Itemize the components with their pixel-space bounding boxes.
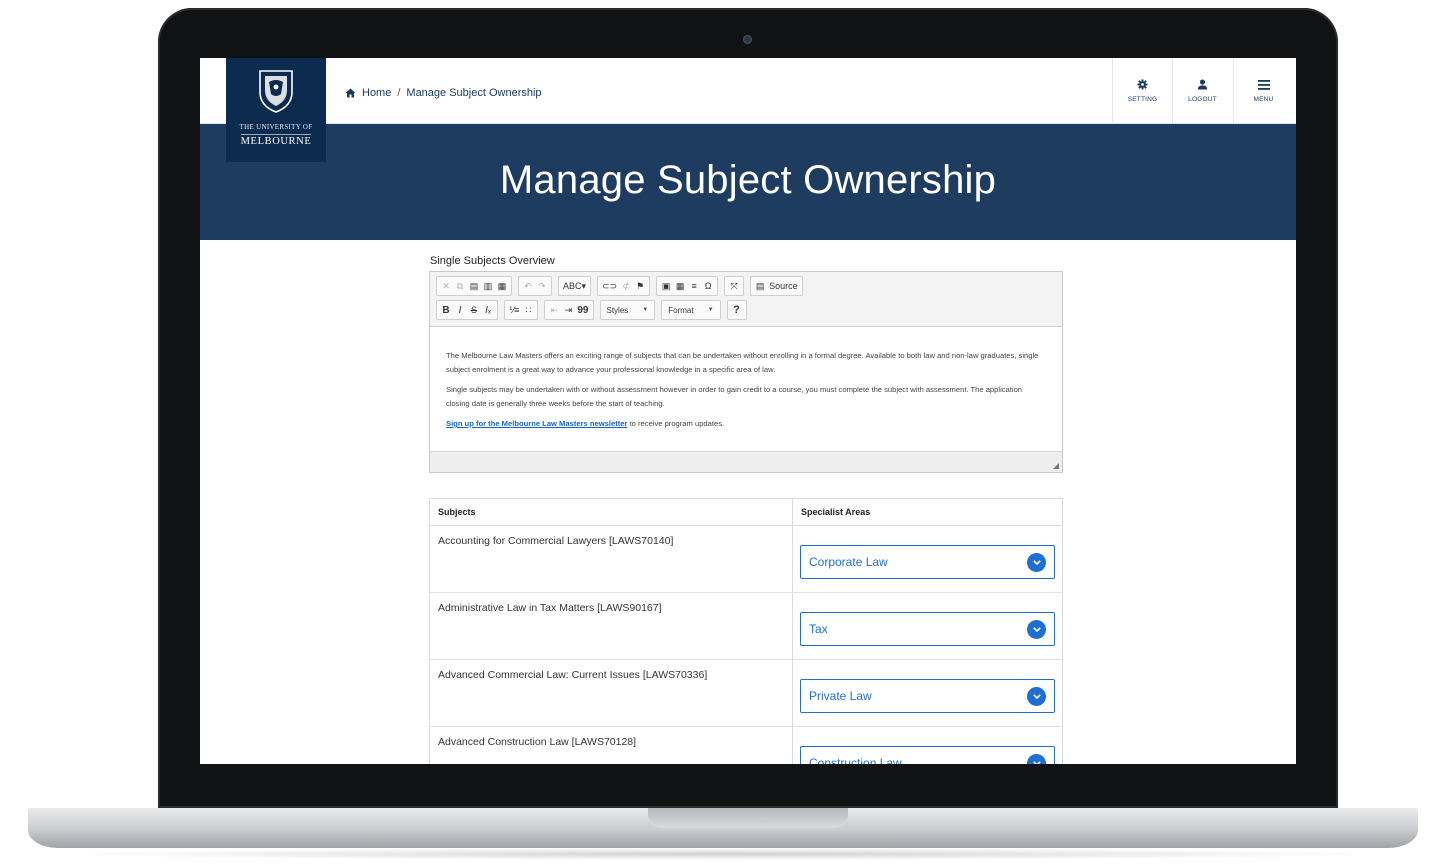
breadcrumb-separator: / [397,87,401,99]
copy-icon[interactable]: ⧉ [453,278,467,294]
subject-name: Advanced Commercial Law: Current Issues … [430,660,793,726]
table-header: Subjects Specialist Areas [430,499,1062,526]
editor-paragraph: Single subjects may be undertaken with o… [446,385,1023,408]
editor-statusbar [430,451,1062,472]
chevron-down-icon [1027,619,1046,639]
special-char-icon[interactable]: Ω [701,278,715,294]
unlink-icon[interactable]: ⊄ [619,278,633,294]
link-icon[interactable]: ⊂⊃ [600,278,619,294]
outdent-icon[interactable]: ⇤ [547,302,561,318]
italic-icon[interactable]: I [453,302,467,318]
page-header: Manage Subject Ownership [200,124,1296,240]
subject-name: Advanced Construction Law [LAWS70128] [430,727,793,764]
bulleted-list-icon[interactable]: ∷ [521,302,535,318]
logo-line1: THE UNIVERSITY OF [239,123,313,131]
specialist-area-cell: Corporate Law [793,526,1062,592]
styles-dropdown[interactable]: Styles ▼ [599,300,656,320]
horizontal-line-icon[interactable]: ≡ [687,278,701,294]
specialist-area-select[interactable]: Construction Law [800,746,1055,764]
source-icon[interactable]: ▤ [753,278,767,294]
numbered-list-icon[interactable]: ⅟≡ [507,302,521,318]
newsletter-link-suffix: to receive program updates. [627,419,725,428]
section-title: Single Subjects Overview [430,255,555,267]
table-row: Administrative Law in Tax Matters [LAWS9… [430,593,1062,660]
editor-paragraph: The Melbourne Law Masters offers an exci… [446,351,1039,374]
editor-toolbar: ✕ ⧉ ▤ ▥ ▦ ↶ ↷ ABC▾ ⊂⊃ ⊄ ⚑ ▣ ▦ ≡ Ω ⤧ ▤ So… [430,272,1062,327]
top-bar: Home / Manage Subject Ownership SETTING … [200,58,1296,124]
specialist-area-value: Corporate Law [809,555,888,569]
camera-icon [743,35,752,44]
gear-icon [1137,79,1148,90]
logo-line2: MELBOURNE [240,134,312,147]
format-dropdown[interactable]: Format ▼ [661,300,721,320]
chevron-down-icon: ▼ [642,307,649,313]
specialist-area-value: Construction Law [809,756,902,764]
laptop-notch [648,808,848,828]
chevron-down-icon [1027,753,1046,764]
breadcrumb-home-link[interactable]: Home [362,87,391,99]
newsletter-link[interactable]: Sign up for the Melbourne Law Masters ne… [446,419,627,428]
undo-icon[interactable]: ↶ [521,278,535,294]
university-logo[interactable]: THE UNIVERSITY OF MELBOURNE [226,58,326,162]
chevron-down-icon [1027,552,1046,572]
chevron-down-icon [1027,686,1046,706]
column-header-subjects: Subjects [430,499,793,525]
maximize-icon[interactable]: ⤧ [727,278,741,294]
menu-label: MENU [1253,95,1274,103]
indent-icon[interactable]: ⇥ [561,302,575,318]
styles-label: Styles [606,305,629,315]
chevron-down-icon: ▼ [707,307,714,313]
rich-text-editor[interactable]: ✕ ⧉ ▤ ▥ ▦ ↶ ↷ ABC▾ ⊂⊃ ⊄ ⚑ ▣ ▦ ≡ Ω ⤧ ▤ So… [429,271,1063,473]
specialist-area-cell: Tax [793,593,1062,659]
specialist-area-select[interactable]: Corporate Law [800,545,1055,579]
resize-handle-icon[interactable] [1053,463,1059,469]
paste-word-icon[interactable]: ▦ [495,278,509,294]
subjects-table: Subjects Specialist Areas Accounting for… [429,498,1063,764]
setting-label: SETTING [1127,96,1158,103]
subject-name: Accounting for Commercial Lawyers [LAWS7… [430,526,793,592]
specialist-area-value: Tax [809,622,828,636]
spellcheck-icon[interactable]: ABC▾ [561,278,588,294]
remove-format-icon[interactable]: Iₓ [481,302,495,318]
bold-icon[interactable]: B [439,302,453,318]
source-button[interactable]: Source [767,278,800,294]
specialist-area-cell: Private Law [793,660,1062,726]
blockquote-icon[interactable]: 99 [575,302,590,318]
image-icon[interactable]: ▣ [659,278,673,294]
page-title: Manage Subject Ownership [499,158,997,202]
breadcrumb-current[interactable]: Manage Subject Ownership [406,87,541,99]
specialist-area-select[interactable]: Private Law [800,679,1055,713]
paste-text-icon[interactable]: ▥ [481,278,495,294]
specialist-area-cell: Construction Law [793,727,1062,764]
table-icon[interactable]: ▦ [673,278,687,294]
editor-paragraph: Sign up for the Melbourne Law Masters ne… [446,417,1046,431]
column-header-specialist-areas: Specialist Areas [801,507,871,517]
user-icon [1197,79,1208,90]
crest-icon [259,70,293,113]
breadcrumb: Home / Manage Subject Ownership [345,87,542,99]
logout-button[interactable]: LOGOUT [1172,58,1232,124]
strike-icon[interactable]: S [467,302,481,318]
home-icon[interactable] [345,88,356,98]
format-label: Format [668,305,694,315]
cut-icon[interactable]: ✕ [439,278,453,294]
menu-button[interactable]: MENU [1233,58,1293,124]
redo-icon[interactable]: ↷ [535,278,549,294]
screen: Home / Manage Subject Ownership SETTING … [200,58,1296,764]
editor-content[interactable]: The Melbourne Law Masters offers an exci… [430,327,1062,452]
setting-button[interactable]: SETTING [1112,58,1172,124]
logout-label: LOGOUT [1188,96,1217,103]
hamburger-icon [1257,79,1270,90]
anchor-flag-icon[interactable]: ⚑ [633,278,647,294]
table-row: Accounting for Commercial Lawyers [LAWS7… [430,526,1062,593]
specialist-area-value: Private Law [809,689,872,703]
specialist-area-select[interactable]: Tax [800,612,1055,646]
help-icon[interactable]: ? [730,302,744,318]
table-row: Advanced Construction Law [LAWS70128] Co… [430,727,1062,764]
laptop-shadow [60,848,1386,860]
table-row: Advanced Commercial Law: Current Issues … [430,660,1062,727]
paste-icon[interactable]: ▤ [467,278,481,294]
subject-name: Administrative Law in Tax Matters [LAWS9… [430,593,793,659]
